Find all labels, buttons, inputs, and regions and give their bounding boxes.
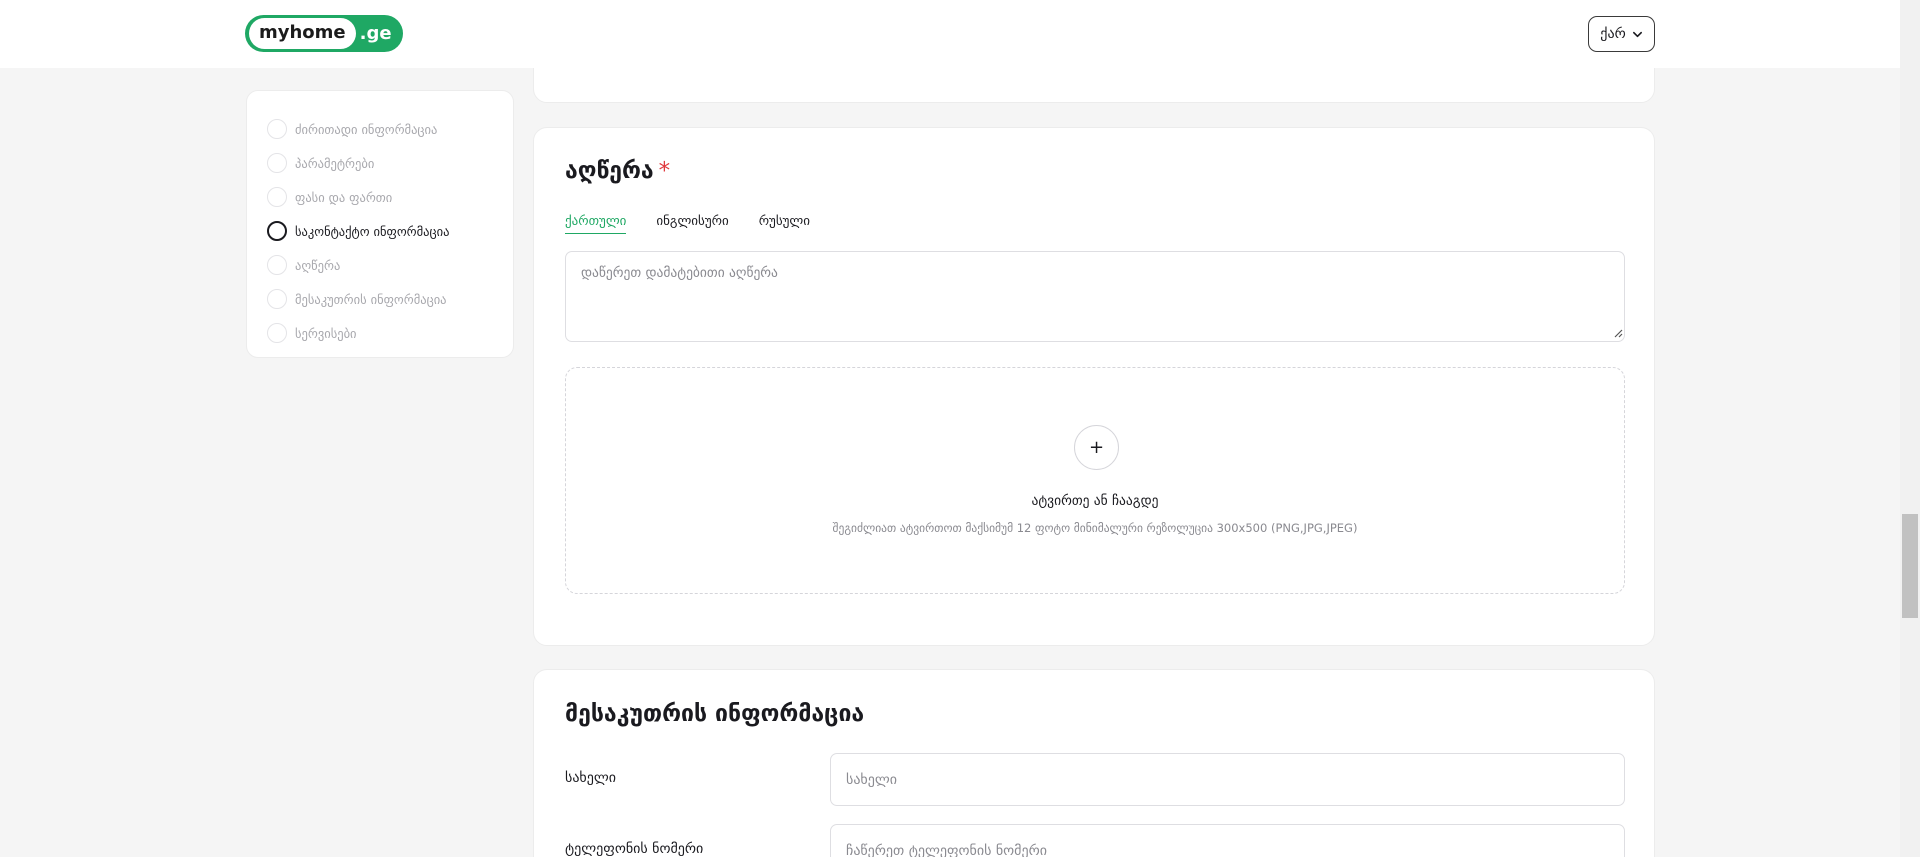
tab-english[interactable]: ინგლისური (656, 214, 728, 234)
step-basic-info[interactable]: ძირითადი ინფორმაცია (267, 112, 513, 146)
description-card: აღწერა* ქართული ინგლისური რუსული + ატვირ… (533, 127, 1655, 646)
chevron-down-icon (1632, 31, 1642, 37)
description-title-text: აღწერა (565, 158, 654, 184)
step-indicator (267, 153, 287, 173)
upload-hint: შეგიძლიათ ატვირთოთ მაქსიმუმ 12 ფოტო მინი… (832, 521, 1358, 535)
step-label: ძირითადი ინფორმაცია (295, 121, 438, 137)
step-price-area[interactable]: ფასი და ფართი (267, 180, 513, 214)
step-label: პარამეტრები (295, 155, 375, 171)
language-selector[interactable]: ქარ (1588, 16, 1655, 52)
step-indicator (267, 255, 287, 275)
myhome-logo[interactable]: myhome .ge (245, 15, 403, 52)
name-input[interactable] (830, 753, 1625, 806)
description-textarea[interactable] (565, 251, 1625, 342)
step-indicator (267, 187, 287, 207)
photo-upload-dropzone[interactable]: + ატვირთე ან ჩააგდე შეგიძლიათ ატვირთოთ მ… (565, 367, 1625, 594)
step-indicator (267, 289, 287, 309)
step-owner-info[interactable]: მესაკუთრის ინფორმაცია (267, 282, 513, 316)
step-indicator (267, 323, 287, 343)
step-indicator-active (267, 221, 287, 241)
name-label: სახელი (565, 770, 616, 786)
step-label: სერვისები (295, 325, 357, 341)
step-label: აღწერა (295, 257, 341, 273)
step-indicator (267, 119, 287, 139)
step-description[interactable]: აღწერა (267, 248, 513, 282)
language-tabs: ქართული ინგლისური რუსული (565, 214, 810, 234)
step-label: ფასი და ფართი (295, 189, 393, 205)
step-contact-info[interactable]: საკონტაქტო ინფორმაცია (267, 214, 513, 248)
description-title: აღწერა * (565, 158, 670, 184)
resize-handle-icon[interactable] (1613, 328, 1623, 338)
tab-georgian[interactable]: ქართული (565, 214, 627, 234)
logo-domain: .ge (359, 22, 392, 44)
logo-text: myhome (249, 18, 356, 49)
upload-title: ატვირთე ან ჩააგდე (1031, 493, 1159, 509)
top-navbar: myhome .ge ქარ (0, 0, 1900, 68)
scrollbar-track[interactable] (1900, 0, 1920, 857)
add-photo-button[interactable]: + (1074, 425, 1119, 470)
step-label: მესაკუთრის ინფორმაცია (295, 291, 447, 307)
step-parameters[interactable]: პარამეტრები (267, 146, 513, 180)
phone-label: ტელეფონის ნომერი (565, 841, 704, 857)
phone-input[interactable] (830, 824, 1625, 857)
owner-info-card: მესაკუთრის ინფორმაცია სახელი ტელეფონის ნ… (533, 669, 1655, 857)
scrollbar-thumb[interactable] (1902, 514, 1918, 618)
step-label: საკონტაქტო ინფორმაცია (295, 223, 450, 239)
tab-russian[interactable]: რუსული (759, 214, 810, 234)
required-marker: * (658, 158, 671, 184)
steps-sidebar: ძირითადი ინფორმაცია პარამეტრები ფასი და … (246, 90, 514, 358)
language-label: ქარ (1600, 26, 1626, 42)
owner-info-title: მესაკუთრის ინფორმაცია (565, 701, 865, 727)
step-services[interactable]: სერვისები (267, 316, 513, 350)
